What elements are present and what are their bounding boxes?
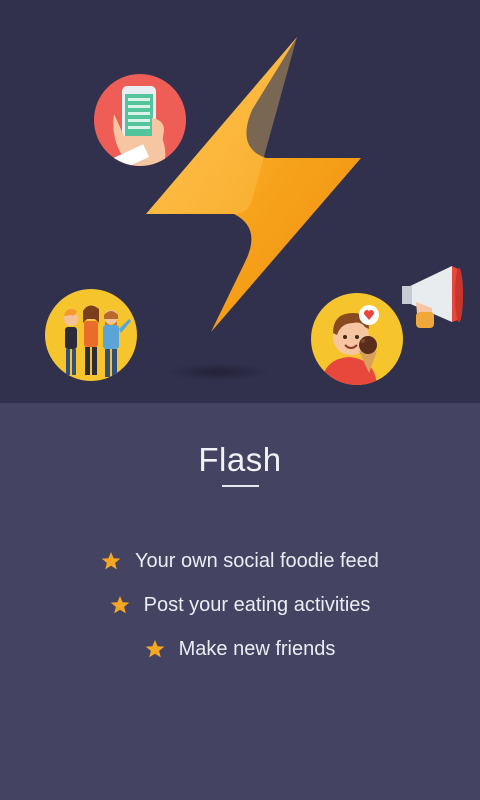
page-title: Flash bbox=[198, 441, 282, 478]
phone-in-hand-icon bbox=[94, 74, 186, 166]
feature-label: Your own social foodie feed bbox=[135, 549, 379, 572]
friends-group-icon bbox=[45, 289, 137, 381]
star-icon bbox=[110, 596, 129, 614]
star-icon bbox=[145, 640, 164, 658]
list-item: Make new friends bbox=[0, 627, 480, 671]
megaphone-icon bbox=[402, 266, 463, 328]
star-icon bbox=[101, 552, 121, 570]
list-item: Your own social foodie feed bbox=[0, 539, 480, 583]
feature-list: Your own social foodie feed Post your ea… bbox=[0, 539, 480, 671]
ice-cream-boy-icon bbox=[311, 293, 403, 385]
feature-label: Make new friends bbox=[178, 637, 336, 660]
list-item: Post your eating activities bbox=[0, 583, 480, 627]
hero-illustration bbox=[0, 0, 480, 403]
title-underline bbox=[222, 485, 259, 487]
feature-label: Post your eating activities bbox=[143, 593, 371, 616]
content-panel: Flash Your own social foodie feed Post y… bbox=[0, 403, 480, 800]
